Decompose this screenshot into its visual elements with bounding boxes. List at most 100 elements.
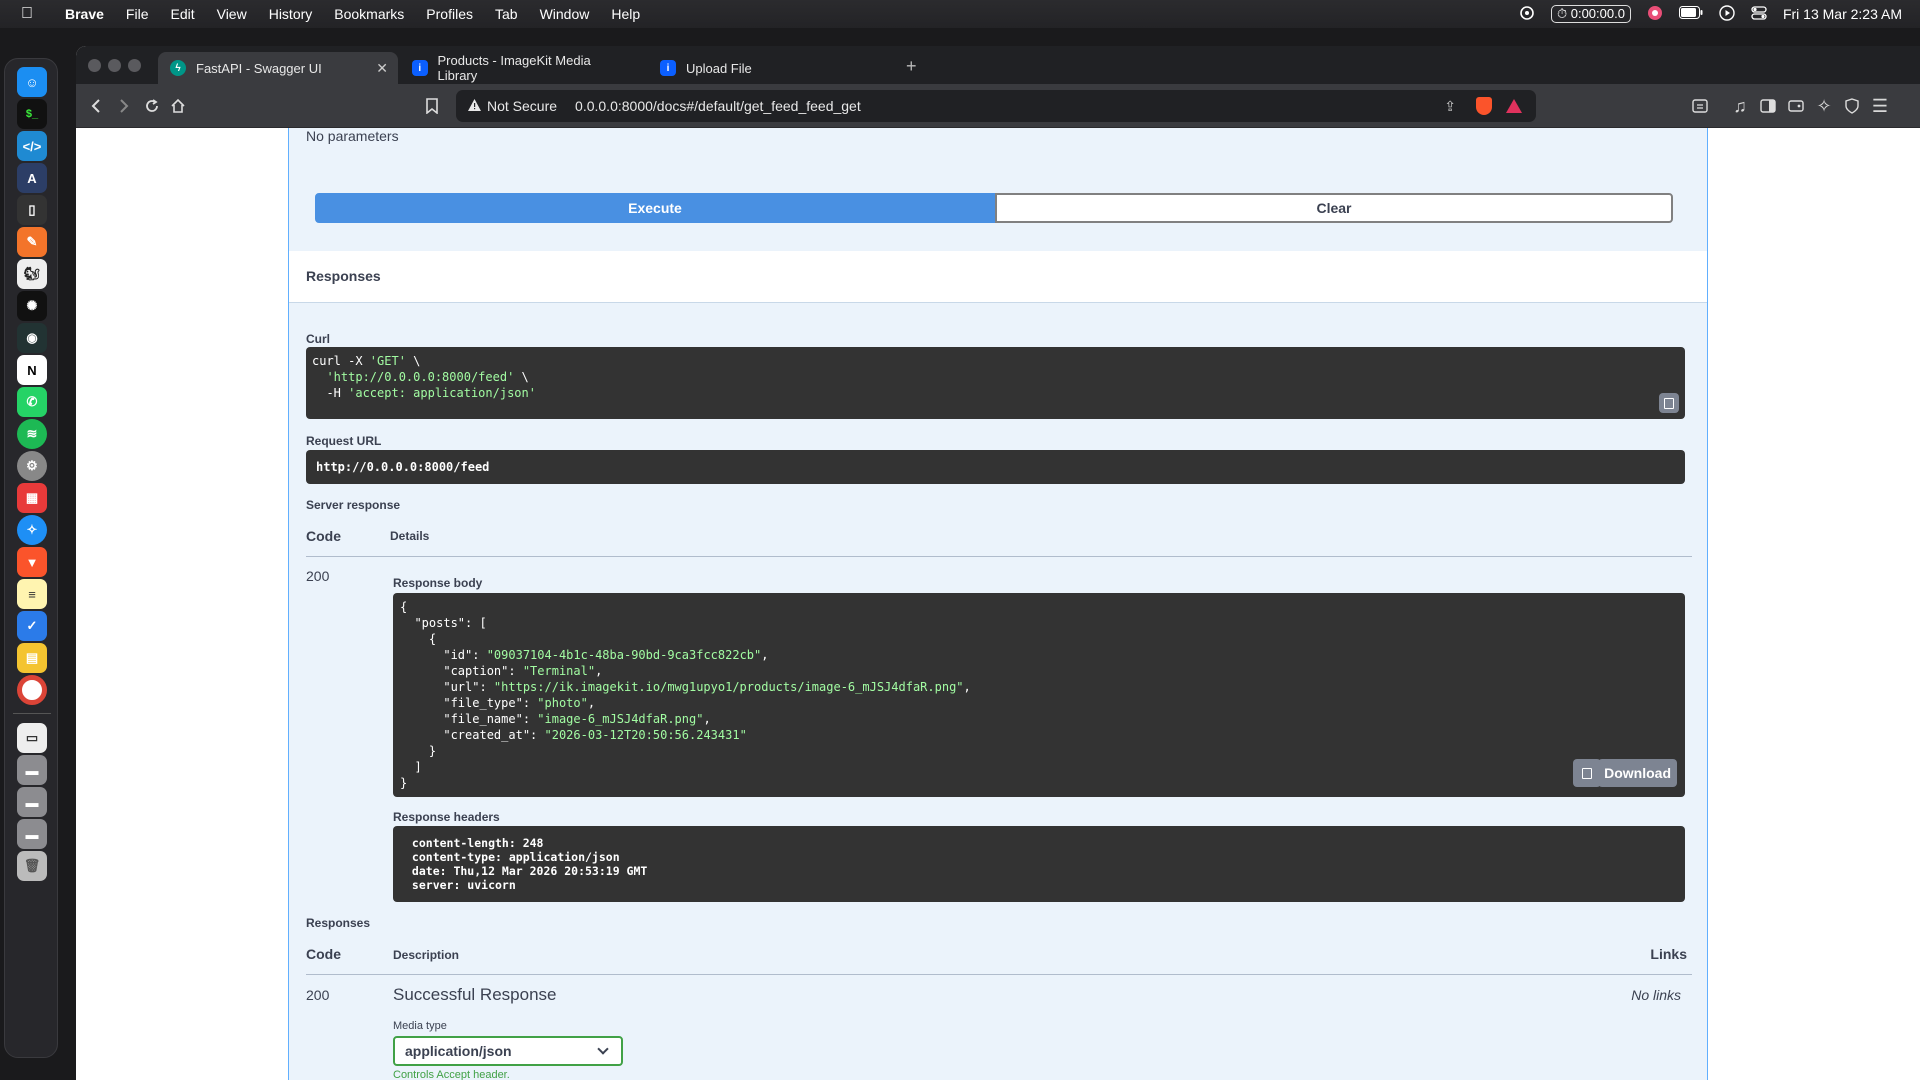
body-line: ] [400, 760, 422, 774]
chrome-icon[interactable] [17, 675, 47, 705]
safari-icon[interactable]: ✧ [17, 515, 47, 545]
status-code: 200 [306, 568, 330, 584]
macos-menu-bar:  Brave File Edit View History Bookmarks… [0, 0, 1920, 28]
profile-status-icon[interactable] [1647, 5, 1663, 24]
request-url-block[interactable]: http://0.0.0.0:8000/feed [306, 450, 1685, 484]
brave-rewards-icon[interactable] [1506, 99, 1522, 113]
responses-heading: Responses [306, 268, 381, 284]
media-music-icon[interactable]: ♫ [1730, 96, 1750, 116]
execute-button[interactable]: Execute [315, 193, 995, 223]
response-headers-label: Response headers [393, 810, 500, 824]
calculator-icon[interactable]: ▦ [17, 483, 47, 513]
tab-swagger[interactable]: ϟ FastAPI - Swagger UI ✕ [158, 52, 398, 84]
response-headers-block[interactable]: content-length: 248 content-type: applic… [393, 826, 1685, 902]
menu-profiles[interactable]: Profiles [415, 6, 484, 22]
new-tab-icon[interactable]: + [906, 56, 917, 77]
menu-window[interactable]: Window [529, 6, 601, 22]
menu-history[interactable]: History [258, 6, 324, 22]
clear-button[interactable]: Clear [995, 193, 1673, 223]
whatsapp-icon[interactable]: ✆ [17, 387, 47, 417]
brave-shields-icon[interactable] [1476, 97, 1492, 115]
squirrel-app-icon[interactable]: 🐿 [17, 259, 47, 289]
back-icon[interactable] [86, 96, 106, 116]
media-type-label: Media type [393, 1020, 447, 1032]
menu-tab[interactable]: Tab [484, 6, 529, 22]
menu-bookmarks[interactable]: Bookmarks [323, 6, 415, 22]
curl-code-block[interactable]: curl -X 'GET' \ 'http://0.0.0.0:8000/fee… [306, 347, 1685, 419]
finder-icon[interactable]: ☺ [17, 67, 47, 97]
body-line: "caption": "Terminal", [400, 664, 603, 678]
chatgpt-icon[interactable]: ✺ [17, 291, 47, 321]
applications-folder-icon[interactable]: ▬ [17, 787, 47, 817]
responses-label: Responses [306, 916, 371, 930]
spotify-icon[interactable]: ≋ [17, 419, 47, 449]
tab-upload-file[interactable]: i Upload File [648, 52, 888, 84]
document-icon[interactable]: ▭ [17, 723, 47, 753]
window-zoom-button[interactable] [128, 59, 141, 72]
hamburger-menu-icon[interactable]: ☰ [1870, 96, 1890, 116]
responses-code-header: Code [306, 946, 341, 962]
wallet-icon[interactable] [1786, 96, 1806, 116]
fastapi-favicon-icon: ϟ [170, 60, 186, 76]
imagekit-favicon-icon: i [412, 60, 428, 76]
dock: ☺ $_ </> A ▯ ✎ 🐿 ✺ ◉ N ✆ ≋ ⚙ ▦ ✧ ▼ ≡ ✓ ▤… [4, 58, 58, 1058]
battery-icon[interactable] [1678, 6, 1703, 22]
browser-toolbar: Not Secure 0.0.0.0:8000/docs#/default/ge… [76, 84, 1920, 128]
not-secure-label[interactable]: Not Secure [487, 98, 557, 114]
forward-icon[interactable] [114, 96, 134, 116]
browser-window: ϟ FastAPI - Swagger UI ✕ i Products - Im… [76, 46, 1920, 1080]
bookmark-icon[interactable] [422, 96, 442, 116]
address-bar[interactable]: Not Secure 0.0.0.0:8000/docs#/default/ge… [456, 90, 1536, 122]
body-line: "file_type": "photo", [400, 696, 596, 710]
brave-icon[interactable]: ▼ [17, 547, 47, 577]
leo-ai-icon[interactable]: ✧ [1814, 96, 1834, 116]
apple-menu-icon[interactable]:  [0, 5, 54, 23]
trash-icon[interactable]: 🗑 [17, 851, 47, 881]
request-url-value: http://0.0.0.0:8000/feed [316, 460, 490, 474]
folder-icon[interactable]: ▬ [17, 755, 47, 785]
curl-line: curl -X 'GET' \ [312, 354, 421, 368]
close-tab-icon[interactable]: ✕ [376, 60, 388, 77]
notes-icon[interactable]: ≡ [17, 579, 47, 609]
obs-icon[interactable]: ◉ [17, 323, 47, 353]
menu-file[interactable]: File [115, 6, 160, 22]
tasks-icon[interactable]: ✓ [17, 611, 47, 641]
vpn-shield-icon[interactable] [1842, 96, 1862, 116]
xcode-tool-icon[interactable]: A [17, 163, 47, 193]
no-parameters-text: No parameters [306, 128, 399, 144]
notion-icon[interactable]: N [17, 355, 47, 385]
body-line: "id": "09037104-4b1c-48ba-90bd-9ca3fcc82… [400, 648, 769, 662]
menu-help[interactable]: Help [600, 6, 651, 22]
openai-status-icon[interactable] [1519, 5, 1535, 24]
copy-curl-icon[interactable] [1659, 393, 1679, 413]
window-minimize-button[interactable] [108, 59, 121, 72]
pencil-app-icon[interactable]: ✎ [17, 227, 47, 257]
tablet-icon[interactable]: ▯ [17, 195, 47, 225]
vscode-icon[interactable]: </> [17, 131, 47, 161]
window-close-button[interactable] [88, 59, 101, 72]
menu-view[interactable]: View [206, 6, 258, 22]
timer-display[interactable]: ⏱ 0:00:00.0 [1550, 5, 1631, 23]
system-settings-icon[interactable]: ⚙ [17, 451, 47, 481]
reload-icon[interactable] [142, 96, 162, 116]
share-icon[interactable]: ⇪ [1444, 98, 1456, 115]
url-text[interactable]: 0.0.0.0:8000/docs#/default/get_feed_feed… [575, 98, 861, 114]
downloads-folder-icon[interactable]: ▬ [17, 819, 47, 849]
control-center-icon[interactable] [1751, 5, 1767, 23]
menu-edit[interactable]: Edit [159, 6, 205, 22]
terminal-icon[interactable]: $_ [17, 99, 47, 129]
response-body-block[interactable]: { "posts": [ { "id": "09037104-4b1c-48ba… [393, 593, 1685, 797]
download-button[interactable]: Download [1598, 759, 1677, 787]
home-icon[interactable] [168, 96, 188, 116]
tab-bar: ϟ FastAPI - Swagger UI ✕ i Products - Im… [76, 46, 1920, 84]
reader-mode-icon[interactable] [1690, 96, 1710, 116]
tab-imagekit[interactable]: i Products - ImageKit Media Library [400, 52, 640, 84]
copy-response-icon[interactable] [1573, 759, 1601, 787]
sidebar-icon[interactable] [1758, 96, 1778, 116]
menu-app-name[interactable]: Brave [54, 6, 115, 22]
tab-label: Upload File [686, 60, 752, 76]
media-type-select[interactable]: application/json [393, 1036, 623, 1066]
clock-datetime[interactable]: Fri 13 Mar 2:23 AM [1783, 6, 1902, 22]
sheets-icon[interactable]: ▤ [17, 643, 47, 673]
play-icon[interactable] [1719, 4, 1735, 24]
